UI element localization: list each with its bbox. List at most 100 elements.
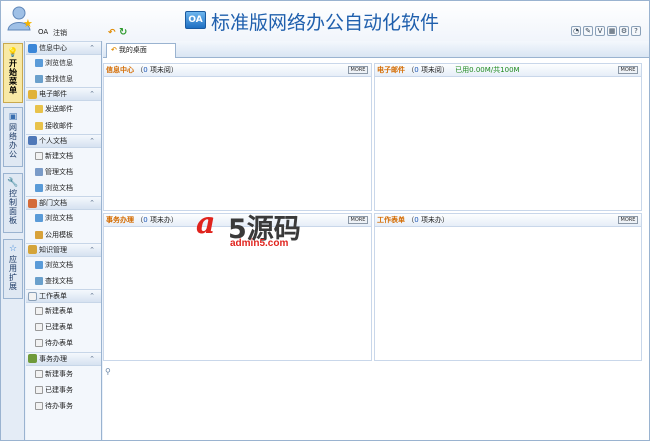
- network-icon: ▣: [8, 112, 18, 122]
- star-icon: ☆: [8, 244, 18, 254]
- collapse-icon[interactable]: ⌃: [89, 88, 95, 101]
- browse-icon: [35, 214, 43, 223]
- sidebar-item-pending-affairs[interactable]: 待办事务: [26, 398, 101, 414]
- toolbar-icons: ◔ ✎ V ▦ ⚙ ?: [571, 26, 641, 36]
- vnav-start-menu[interactable]: 💡 开始菜单: [3, 43, 23, 103]
- unread-count: 0: [143, 66, 148, 74]
- collapse-icon[interactable]: ⌃: [89, 135, 95, 148]
- item-label: 新建表单: [45, 307, 73, 316]
- pending-affair-icon: [35, 402, 43, 410]
- sidebar-group-email[interactable]: 电子邮件 ⌃: [26, 87, 101, 102]
- tab-my-desktop[interactable]: ↶ 我的桌面: [106, 43, 176, 58]
- collapse-icon[interactable]: ⌃: [89, 244, 95, 257]
- pending-form-icon: [35, 339, 43, 348]
- back-icon[interactable]: ↶: [108, 28, 116, 38]
- sidebar-item-new-doc[interactable]: 新建文档: [26, 148, 101, 164]
- sidebar-item-find-docs[interactable]: 查找文档: [26, 273, 101, 289]
- sidebar-item-send-mail[interactable]: 发送邮件: [26, 101, 101, 117]
- sidebar-item-find-info[interactable]: 查找信息: [26, 71, 101, 87]
- affairs-icon: [28, 354, 37, 364]
- sidebar-item-pending-forms[interactable]: 待办表单: [26, 335, 101, 351]
- group-label: 工作表单: [39, 292, 67, 301]
- sidebar-item-new-affair[interactable]: 新建事务: [26, 366, 101, 382]
- logout-link[interactable]: 注销: [53, 28, 67, 38]
- watermark-logo: a 5源码 admin5.com: [196, 206, 326, 252]
- item-label: 待办表单: [45, 339, 73, 348]
- sidebar-item-created-affairs[interactable]: 已建事务: [26, 382, 101, 398]
- item-label: 浏览文档: [45, 184, 73, 193]
- unread-count: 0: [414, 66, 419, 74]
- settings-icon[interactable]: ⚙: [619, 26, 629, 36]
- watermark-url: admin5.com: [230, 238, 289, 249]
- item-label: 公用模板: [45, 230, 73, 239]
- app-logo: OA: [185, 11, 206, 29]
- form-icon: [28, 291, 37, 301]
- pending-count: 0: [414, 216, 419, 224]
- sidebar-group-knowledge[interactable]: 知识管理 ⌃: [26, 242, 101, 257]
- sidebar-item-browse-knowledge[interactable]: 浏览文档: [26, 257, 101, 273]
- sidebar-group-personal-docs[interactable]: 个人文档 ⌃: [26, 133, 101, 148]
- sidebar-item-new-form[interactable]: 新建表单: [26, 303, 101, 319]
- help-icon[interactable]: ?: [631, 26, 641, 36]
- item-label: 接收邮件: [45, 121, 73, 130]
- vnav-network-office[interactable]: ▣ 网络办公: [3, 107, 23, 167]
- sidebar-item-browse-dept-docs[interactable]: 浏览文档: [26, 210, 101, 226]
- globe-icon: [28, 43, 37, 53]
- watermark-a: a: [196, 206, 216, 241]
- panel-title[interactable]: 信息中心: [106, 66, 134, 74]
- pending-count: 0: [143, 216, 148, 224]
- item-label: 浏览文档: [45, 260, 73, 269]
- collapse-icon[interactable]: ⌃: [89, 353, 95, 366]
- knowledge-icon: [28, 245, 37, 255]
- vnav-control-panel[interactable]: 🔧 控制面板: [3, 173, 23, 233]
- item-label: 已建事务: [45, 385, 73, 394]
- desktop-icon: ↶: [111, 46, 117, 54]
- item-label: 发送邮件: [45, 105, 73, 114]
- manage-doc-icon: [35, 167, 43, 176]
- item-label: 查找文档: [45, 276, 73, 285]
- tab-label: 我的桌面: [118, 46, 147, 54]
- chat-icon[interactable]: ◔: [571, 26, 581, 36]
- note-icon[interactable]: ✎: [583, 26, 593, 36]
- sidebar-item-receive-mail[interactable]: 接收邮件: [26, 118, 101, 134]
- calendar-icon[interactable]: ▦: [607, 26, 617, 36]
- count-suffix: 项未阅）: [149, 66, 178, 74]
- wrench-icon: 🔧: [7, 178, 19, 188]
- panel-work-forms: 工作表单 （0 项未办） MORE: [374, 213, 642, 361]
- item-label: 浏览文档: [45, 214, 73, 223]
- collapse-icon[interactable]: ⌃: [89, 290, 95, 303]
- search-icon: [35, 276, 43, 285]
- sidebar-group-affairs[interactable]: 事务办理 ⌃: [26, 351, 101, 366]
- panel-title[interactable]: 工作表单: [377, 216, 405, 224]
- sidebar-group-work-forms[interactable]: 工作表单 ⌃: [26, 289, 101, 304]
- header: ★ OA 注销 ↶ ↻ OA 标准版网络办公自动化软件 ◔ ✎ V ▦ ⚙ ?: [1, 1, 649, 41]
- sidebar-group-info-center[interactable]: 信息中心 ⌃: [26, 41, 101, 55]
- sidebar-item-public-templates[interactable]: 公用模板: [26, 227, 101, 243]
- sidebar-item-manage-docs[interactable]: 管理文档: [26, 164, 101, 180]
- v-icon[interactable]: V: [595, 26, 605, 36]
- panel-title[interactable]: 电子邮件: [377, 66, 405, 74]
- sidebar-item-browse-docs[interactable]: 浏览文档: [26, 180, 101, 196]
- magnifier-icon[interactable]: ⚲: [105, 367, 111, 376]
- sidebar-item-created-forms[interactable]: 已建表单: [26, 319, 101, 335]
- refresh-icon[interactable]: ↻: [119, 27, 127, 38]
- vnav-label: 网络办公: [9, 123, 17, 159]
- search-icon: [35, 75, 43, 84]
- vnav-app-extension[interactable]: ☆ 应用扩展: [3, 239, 23, 299]
- more-button[interactable]: MORE: [348, 216, 368, 224]
- count-suffix: 项未阅）: [420, 66, 449, 74]
- more-button[interactable]: MORE: [618, 66, 638, 74]
- browse-icon: [35, 59, 43, 67]
- more-button[interactable]: MORE: [348, 66, 368, 74]
- sidebar-item-browse-info[interactable]: 浏览信息: [26, 55, 101, 71]
- panel-header: 信息中心 （0 项未阅） MORE: [104, 64, 371, 77]
- more-button[interactable]: MORE: [618, 216, 638, 224]
- vnav-label: 应用扩展: [9, 255, 17, 291]
- collapse-icon[interactable]: ⌃: [89, 42, 95, 55]
- send-mail-icon: [35, 105, 43, 114]
- sidebar-group-dept-docs[interactable]: 部门文档 ⌃: [26, 196, 101, 211]
- app-window: ★ OA 注销 ↶ ↻ OA 标准版网络办公自动化软件 ◔ ✎ V ▦ ⚙ ? …: [0, 0, 650, 441]
- panel-title[interactable]: 事务办理: [106, 216, 134, 224]
- panel-email: 电子邮件 （0 项未阅） 已用0.00M/共100M MORE: [374, 63, 642, 211]
- collapse-icon[interactable]: ⌃: [89, 197, 95, 210]
